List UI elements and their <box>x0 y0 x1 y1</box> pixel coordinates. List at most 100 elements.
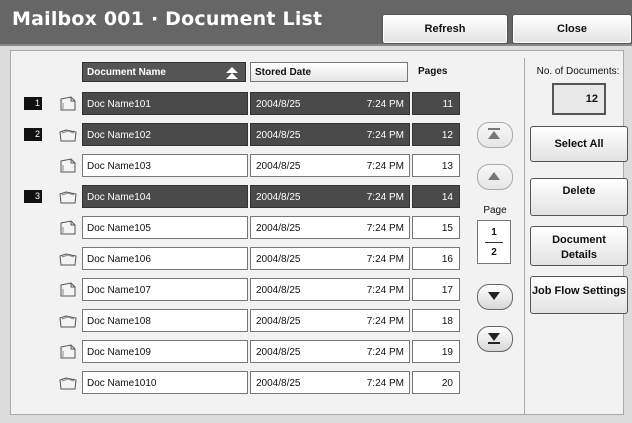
number-of-documents-label: No. of Documents: <box>536 66 620 77</box>
page-label: Page <box>483 205 507 216</box>
document-stack-icon <box>58 281 78 299</box>
stored-date: 2004/8/25 <box>256 223 301 234</box>
sort-ascending-icon <box>226 67 238 79</box>
stored-date: 2004/8/25 <box>256 130 301 141</box>
stored-date: 2004/8/25 <box>256 316 301 327</box>
stored-date: 2004/8/25 <box>256 254 301 265</box>
pages-cell: 19 <box>412 340 460 363</box>
table-row[interactable]: 1 Doc Name101 2004/8/25 7:24 PM 11 <box>16 92 462 116</box>
open-folder-icon <box>58 312 78 330</box>
document-details-line1: Document <box>552 234 606 246</box>
stored-time: 7:24 PM <box>366 347 404 358</box>
document-name-cell: Doc Name107 <box>82 278 248 301</box>
open-folder-icon <box>58 374 78 392</box>
document-stack-icon <box>58 343 78 361</box>
column-label-document-name: Document Name <box>87 67 166 78</box>
table-row[interactable]: Doc Name107 2004/8/25 7:24 PM 17 <box>16 278 462 302</box>
pages-cell: 16 <box>412 247 460 270</box>
panel-divider <box>524 58 525 414</box>
stored-date-cell: 2004/8/25 7:24 PM <box>250 309 410 332</box>
table-row[interactable]: Doc Name103 2004/8/25 7:24 PM 13 <box>16 154 462 178</box>
stored-date: 2004/8/25 <box>256 285 301 296</box>
stored-date-cell: 2004/8/25 7:24 PM <box>250 371 410 394</box>
stored-time: 7:24 PM <box>366 192 404 203</box>
pages-cell: 12 <box>412 123 460 146</box>
stored-date: 2004/8/25 <box>256 347 301 358</box>
first-page-icon <box>488 128 500 139</box>
stored-time: 7:24 PM <box>366 161 404 172</box>
document-name-cell: Doc Name109 <box>82 340 248 363</box>
delete-button[interactable]: Delete <box>530 178 628 216</box>
document-stack-icon <box>58 219 78 237</box>
table-row[interactable]: Doc Name1010 2004/8/25 7:24 PM 20 <box>16 371 462 395</box>
select-all-button[interactable]: Select All <box>530 126 628 162</box>
stored-date-cell: 2004/8/25 7:24 PM <box>250 154 410 177</box>
pages-cell: 20 <box>412 371 460 394</box>
page-title: Mailbox 001 · Document List <box>12 8 323 30</box>
first-page-button[interactable] <box>477 122 513 148</box>
number-of-documents-value: 12 <box>552 83 606 115</box>
document-name-cell: Doc Name106 <box>82 247 248 270</box>
page-separator <box>485 242 503 243</box>
column-header-stored-date[interactable]: Stored Date <box>250 62 408 82</box>
document-stack-icon <box>58 157 78 175</box>
pages-cell: 17 <box>412 278 460 301</box>
stored-time: 7:24 PM <box>366 223 404 234</box>
document-name-cell: Doc Name103 <box>82 154 248 177</box>
table-row[interactable]: 2 Doc Name102 2004/8/25 7:24 PM 12 <box>16 123 462 147</box>
column-header-pages: Pages <box>418 66 448 77</box>
stored-time: 7:24 PM <box>366 316 404 327</box>
stored-time: 7:24 PM <box>366 285 404 296</box>
page-indicator: 1 2 <box>477 220 511 264</box>
page-up-button[interactable] <box>477 164 513 190</box>
pages-cell: 11 <box>412 92 460 115</box>
document-name-cell: Doc Name101 <box>82 92 248 115</box>
page-down-icon <box>488 292 500 300</box>
stored-date-cell: 2004/8/25 7:24 PM <box>250 92 410 115</box>
open-folder-icon <box>58 188 78 206</box>
stored-date: 2004/8/25 <box>256 161 301 172</box>
table-row[interactable]: Doc Name109 2004/8/25 7:24 PM 19 <box>16 340 462 364</box>
pages-cell: 15 <box>412 216 460 239</box>
page-down-button[interactable] <box>477 284 513 310</box>
document-name-cell: Doc Name1010 <box>82 371 248 394</box>
pages-cell: 14 <box>412 185 460 208</box>
stored-date-cell: 2004/8/25 7:24 PM <box>250 185 410 208</box>
last-page-button[interactable] <box>477 326 513 352</box>
open-folder-icon <box>58 250 78 268</box>
pages-cell: 13 <box>412 154 460 177</box>
table-row[interactable]: Doc Name106 2004/8/25 7:24 PM 16 <box>16 247 462 271</box>
stored-date-cell: 2004/8/25 7:24 PM <box>250 340 410 363</box>
stored-date-cell: 2004/8/25 7:24 PM <box>250 216 410 239</box>
stored-date: 2004/8/25 <box>256 378 301 389</box>
selection-number: 2 <box>24 128 42 141</box>
document-name-cell: Doc Name108 <box>82 309 248 332</box>
total-pages: 2 <box>491 247 497 258</box>
stored-time: 7:24 PM <box>366 254 404 265</box>
table-row[interactable]: Doc Name105 2004/8/25 7:24 PM 15 <box>16 216 462 240</box>
current-page: 1 <box>491 227 497 238</box>
close-button[interactable]: Close <box>512 14 632 44</box>
open-folder-icon <box>58 126 78 144</box>
selection-number: 3 <box>24 190 42 203</box>
document-details-button[interactable]: Document Details <box>530 226 628 266</box>
job-flow-settings-button[interactable]: Job Flow Settings <box>530 276 628 314</box>
stored-time: 7:24 PM <box>366 99 404 110</box>
stored-date: 2004/8/25 <box>256 99 301 110</box>
last-page-icon <box>488 333 500 344</box>
page-up-icon <box>488 172 500 180</box>
document-name-cell: Doc Name104 <box>82 185 248 208</box>
pages-cell: 18 <box>412 309 460 332</box>
stored-date-cell: 2004/8/25 7:24 PM <box>250 278 410 301</box>
refresh-button[interactable]: Refresh <box>382 14 508 44</box>
stored-time: 7:24 PM <box>366 378 404 389</box>
document-details-line2: Details <box>560 249 598 261</box>
document-name-cell: Doc Name102 <box>82 123 248 146</box>
stored-date-cell: 2004/8/25 7:24 PM <box>250 123 410 146</box>
stored-time: 7:24 PM <box>366 130 404 141</box>
document-name-cell: Doc Name105 <box>82 216 248 239</box>
table-row[interactable]: Doc Name108 2004/8/25 7:24 PM 18 <box>16 309 462 333</box>
document-stack-icon <box>58 95 78 113</box>
column-header-document-name[interactable]: Document Name <box>82 62 246 82</box>
table-row[interactable]: 3 Doc Name104 2004/8/25 7:24 PM 14 <box>16 185 462 209</box>
